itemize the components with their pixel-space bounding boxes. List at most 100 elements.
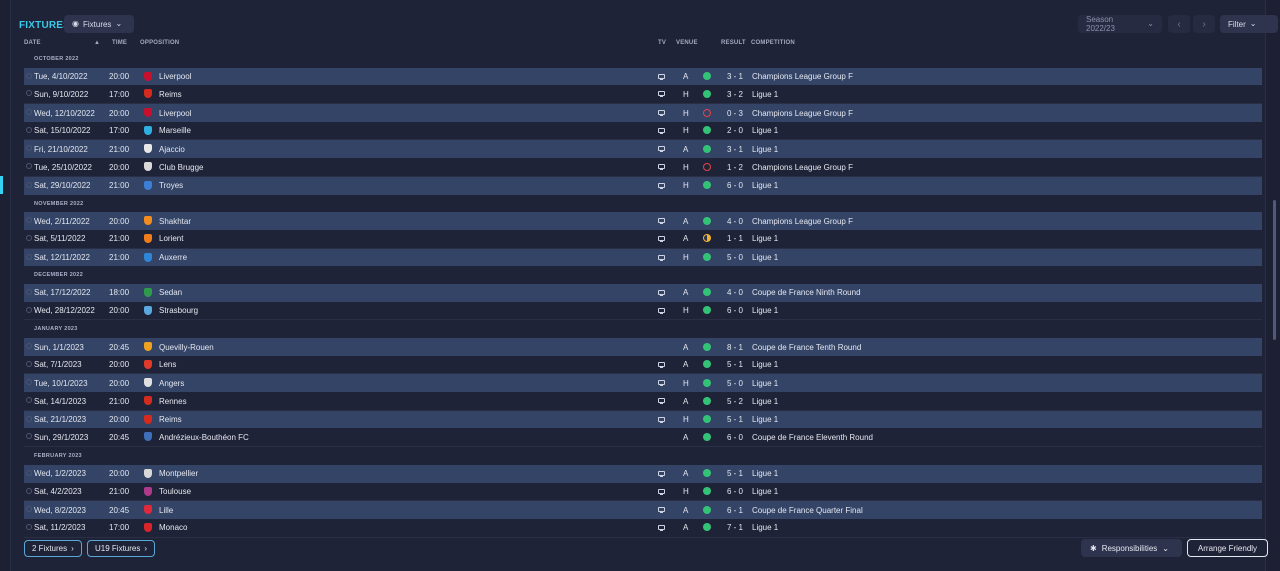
fixture-row[interactable]: Sun, 1/1/2023 20:45 Quevilly-Rouen A 8 - 1 Co… [24, 338, 1262, 356]
match-result[interactable]: 4 - 0 [727, 217, 743, 226]
match-result[interactable]: 5 - 0 [727, 379, 743, 388]
fixture-row[interactable]: Tue, 10/1/2023 20:00 Angers H 5 - 0 Ligue 1 [24, 374, 1262, 393]
season-dropdown[interactable]: Season 2022/23 ⌄ [1078, 15, 1162, 33]
match-competition[interactable]: Ligue 1 [752, 360, 778, 369]
u19-fixtures-link[interactable]: U19 Fixtures › [87, 540, 156, 557]
col-date[interactable]: DATE [24, 40, 41, 46]
opponent-name[interactable]: Reims [159, 415, 182, 424]
fixture-row[interactable]: Wed, 1/2/2023 20:00 Montpellier A 5 - 1 Ligue… [24, 464, 1262, 483]
match-result[interactable]: 5 - 1 [727, 469, 743, 478]
match-competition[interactable]: Ligue 1 [752, 379, 778, 388]
match-result[interactable]: 0 - 3 [727, 109, 743, 118]
opponent-name[interactable]: Reims [159, 90, 182, 99]
match-result[interactable]: 4 - 0 [727, 288, 743, 297]
opponent-name[interactable]: Angers [159, 379, 184, 388]
match-competition[interactable]: Champions League Group F [752, 217, 853, 226]
match-result[interactable]: 6 - 0 [727, 433, 743, 442]
opponent-name[interactable]: Shakhtar [159, 217, 191, 226]
opponent-name[interactable]: Ajaccio [159, 145, 185, 154]
match-result[interactable]: 3 - 2 [727, 90, 743, 99]
match-result[interactable]: 3 - 1 [727, 145, 743, 154]
match-result[interactable]: 1 - 2 [727, 163, 743, 172]
match-competition[interactable]: Champions League Group F [752, 163, 853, 172]
opponent-name[interactable]: Liverpool [159, 72, 191, 81]
col-competition[interactable]: COMPETITION [751, 40, 795, 46]
opponent-name[interactable]: Andrézieux-Bouthéon FC [159, 433, 249, 442]
fixture-row[interactable]: Wed, 8/2/2023 20:45 Lille A 6 - 1 Coupe de Fr… [24, 501, 1262, 519]
opponent-name[interactable]: Sedan [159, 288, 182, 297]
fixture-row[interactable]: Wed, 28/12/2022 20:00 Strasbourg H 6 - 0 Ligu… [24, 302, 1262, 321]
opponent-name[interactable]: Strasbourg [159, 306, 198, 315]
arrange-friendly-button[interactable]: Arrange Friendly [1187, 539, 1268, 557]
match-competition[interactable]: Coupe de France Tenth Round [752, 343, 861, 352]
responsibilities-button[interactable]: ✱ Responsibilities ⌄ [1081, 539, 1182, 557]
opponent-name[interactable]: Lorient [159, 234, 183, 243]
next-season-button[interactable]: › [1193, 15, 1215, 33]
fixture-row[interactable]: Sun, 9/10/2022 17:00 Reims H 3 - 2 Ligue 1 [24, 85, 1262, 105]
fixture-row[interactable]: Sat, 21/1/2023 20:00 Reims H 5 - 1 Ligue 1 [24, 410, 1262, 429]
fixture-row[interactable]: Sun, 29/1/2023 20:45 Andrézieux-Bouthéon F… [24, 428, 1262, 448]
match-result[interactable]: 5 - 1 [727, 360, 743, 369]
opponent-name[interactable]: Lens [159, 360, 176, 369]
fixture-row[interactable]: Wed, 12/10/2022 20:00 Liverpool H 0 - 3 Champ… [24, 104, 1262, 122]
fixture-row[interactable]: Sat, 14/1/2023 21:00 Rennes A 5 - 2 Ligue 1 [24, 392, 1262, 411]
match-result[interactable]: 6 - 0 [727, 306, 743, 315]
opponent-name[interactable]: Montpellier [159, 469, 198, 478]
col-venue[interactable]: VENUE [676, 40, 698, 46]
match-result[interactable]: 2 - 0 [727, 126, 743, 135]
match-competition[interactable]: Ligue 1 [752, 90, 778, 99]
fixtures-link[interactable]: 2 Fixtures › [24, 540, 82, 557]
fixture-row[interactable]: Sat, 12/11/2022 21:00 Auxerre H 5 - 0 Ligue 1 [24, 248, 1262, 267]
match-competition[interactable]: Ligue 1 [752, 523, 778, 532]
match-result[interactable]: 3 - 1 [727, 72, 743, 81]
opponent-name[interactable]: Troyes [159, 181, 183, 190]
col-opposition[interactable]: OPPOSITION [140, 40, 179, 46]
fixture-row[interactable]: Tue, 4/10/2022 20:00 Liverpool A 3 - 1 Champi… [24, 67, 1262, 86]
col-time[interactable]: TIME [112, 40, 127, 46]
match-result[interactable]: 6 - 0 [727, 181, 743, 190]
match-competition[interactable]: Ligue 1 [752, 397, 778, 406]
fixture-row[interactable]: Tue, 25/10/2022 20:00 Club Brugge H 1 - 2 Cha… [24, 158, 1262, 177]
match-competition[interactable]: Coupe de France Quarter Final [752, 506, 863, 515]
opponent-name[interactable]: Toulouse [159, 487, 191, 496]
match-result[interactable]: 7 - 1 [727, 523, 743, 532]
opponent-name[interactable]: Lille [159, 506, 173, 515]
scrollbar-thumb[interactable] [1273, 200, 1276, 340]
match-competition[interactable]: Ligue 1 [752, 181, 778, 190]
fixture-row[interactable]: Sat, 11/2/2023 17:00 Monaco A 7 - 1 Ligue 1 [24, 519, 1262, 538]
opponent-name[interactable]: Rennes [159, 397, 187, 406]
match-result[interactable]: 5 - 1 [727, 415, 743, 424]
filter-button[interactable]: Filter ⌄ [1220, 15, 1278, 33]
fixture-row[interactable]: Sat, 7/1/2023 20:00 Lens A 5 - 1 Ligue 1 [24, 356, 1262, 375]
opponent-name[interactable]: Quevilly-Rouen [159, 343, 214, 352]
opponent-name[interactable]: Club Brugge [159, 163, 203, 172]
match-result[interactable]: 5 - 2 [727, 397, 743, 406]
fixture-row[interactable]: Sat, 29/10/2022 21:00 Troyes H 6 - 0 Ligue 1 [24, 176, 1262, 195]
opponent-name[interactable]: Marseille [159, 126, 191, 135]
fixture-row[interactable]: Fri, 21/10/2022 21:00 Ajaccio A 3 - 1 Ligue 1 [24, 140, 1262, 159]
match-competition[interactable]: Champions League Group F [752, 109, 853, 118]
opponent-name[interactable]: Liverpool [159, 109, 191, 118]
match-competition[interactable]: Coupe de France Eleventh Round [752, 433, 873, 442]
fixture-row[interactable]: Sat, 4/2/2023 21:00 Toulouse H 6 - 0 Ligue 1 [24, 483, 1262, 502]
opponent-name[interactable]: Monaco [159, 523, 187, 532]
match-competition[interactable]: Ligue 1 [752, 234, 778, 243]
fixture-row[interactable]: Sat, 15/10/2022 17:00 Marseille H 2 - 0 Ligue… [24, 122, 1262, 141]
match-competition[interactable]: Ligue 1 [752, 469, 778, 478]
match-competition[interactable]: Champions League Group F [752, 72, 853, 81]
match-competition[interactable]: Ligue 1 [752, 415, 778, 424]
opponent-name[interactable]: Auxerre [159, 253, 187, 262]
match-competition[interactable]: Ligue 1 [752, 126, 778, 135]
col-result[interactable]: RESULT [721, 40, 746, 46]
match-competition[interactable]: Ligue 1 [752, 253, 778, 262]
match-competition[interactable]: Ligue 1 [752, 306, 778, 315]
match-competition[interactable]: Ligue 1 [752, 145, 778, 154]
fixtures-list[interactable]: OCTOBER 2022 Tue, 4/10/2022 20:00 Liverpool… [24, 50, 1262, 538]
fixture-row[interactable]: Wed, 2/11/2022 20:00 Shakhtar A 4 - 0 Champio… [24, 212, 1262, 230]
col-tv[interactable]: TV [658, 40, 666, 46]
match-result[interactable]: 8 - 1 [727, 343, 743, 352]
fixture-row[interactable]: Sat, 17/12/2022 18:00 Sedan A 4 - 0 Coupe de … [24, 283, 1262, 302]
fixture-row[interactable]: Sat, 5/11/2022 21:00 Lorient A 1 - 1 Ligue 1 [24, 230, 1262, 249]
match-result[interactable]: 1 - 1 [727, 234, 743, 243]
match-competition[interactable]: Ligue 1 [752, 487, 778, 496]
